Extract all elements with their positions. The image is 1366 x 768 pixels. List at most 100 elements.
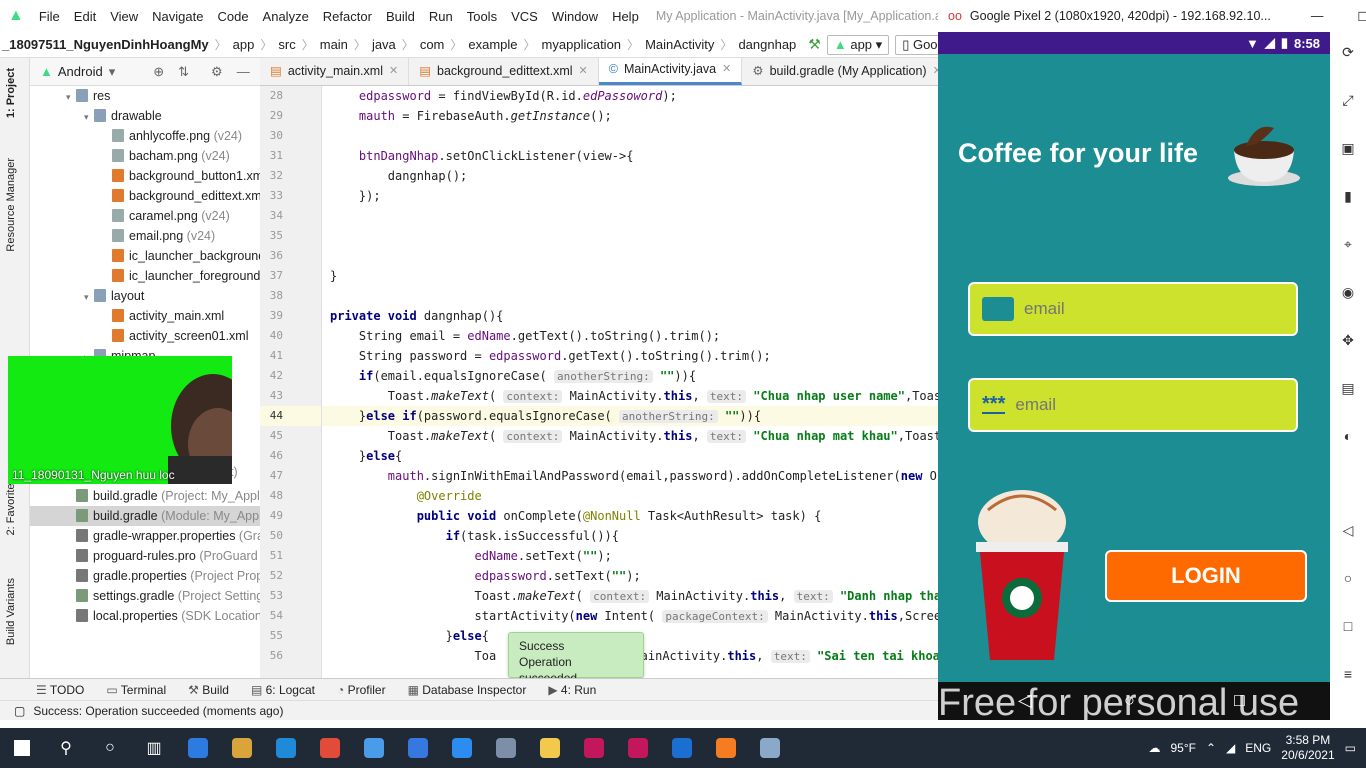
notification-icon[interactable]: ▭ — [1345, 741, 1356, 755]
collapse-icon[interactable]: ⇅ — [178, 64, 189, 80]
menu-vcs[interactable]: VCS — [504, 9, 545, 24]
hide-icon[interactable]: — — [237, 64, 250, 79]
close-tab-icon[interactable]: ✕ — [579, 58, 588, 85]
taskbar-app-icon[interactable] — [616, 728, 660, 768]
tree-item[interactable]: build.gradle (Project: My_Applica — [30, 486, 260, 506]
taskbar-app-icon[interactable] — [704, 728, 748, 768]
language[interactable]: ENG — [1245, 741, 1271, 755]
taskbar-app-icon[interactable] — [396, 728, 440, 768]
taskbar-app-icon[interactable] — [352, 728, 396, 768]
menu-edit[interactable]: Edit — [67, 9, 103, 24]
gps-icon[interactable]: ⌖ — [1338, 236, 1358, 256]
email-input[interactable] — [1024, 299, 1264, 319]
breadcrumb-item[interactable]: main — [320, 37, 348, 52]
taskbar-app-icon[interactable] — [748, 728, 792, 768]
menu-build[interactable]: Build — [379, 9, 422, 24]
tree-item[interactable]: anhlycoffe.png (v24) — [30, 126, 260, 146]
tree-item[interactable]: background_edittext.xml — [30, 186, 260, 206]
tree-item[interactable]: email.png (v24) — [30, 226, 260, 246]
bottom-tab[interactable]: ▦ Database Inspector — [408, 683, 527, 697]
fingerprint-icon[interactable]: ◐ — [1338, 428, 1358, 448]
menu-tools[interactable]: Tools — [460, 9, 504, 24]
tree-item[interactable]: background_button1.xml — [30, 166, 260, 186]
cortana-icon[interactable]: ○ — [88, 728, 132, 768]
home-control-icon[interactable]: ○ — [1338, 570, 1358, 590]
menu-view[interactable]: View — [103, 9, 145, 24]
project-view-select[interactable]: Android — [58, 64, 103, 79]
tab-resource-manager[interactable]: Resource Manager — [5, 158, 17, 252]
menu-analyze[interactable]: Analyze — [256, 9, 316, 24]
taskbar-app-icon[interactable] — [484, 728, 528, 768]
fit-screen-icon[interactable]: ⤢ — [1338, 92, 1358, 112]
taskbar-app-icon[interactable] — [308, 728, 352, 768]
taskbar-app-icon[interactable] — [220, 728, 264, 768]
tree-item[interactable]: settings.gradle (Project Settings) — [30, 586, 260, 606]
bottom-tab[interactable]: ◔ Profiler — [337, 683, 386, 697]
taskbar-app-icon[interactable] — [660, 728, 704, 768]
breadcrumb-item[interactable]: java — [372, 37, 396, 52]
start-button[interactable] — [0, 728, 44, 768]
email-field[interactable] — [968, 282, 1298, 336]
tree-item[interactable]: ▾ drawable — [30, 106, 260, 126]
menu-refactor[interactable]: Refactor — [316, 9, 379, 24]
tree-item[interactable]: activity_main.xml — [30, 306, 260, 326]
task-view-icon[interactable]: ▥ — [132, 728, 176, 768]
taskbar-app-icon[interactable] — [176, 728, 220, 768]
tab-build-variants[interactable]: Build Variants — [5, 578, 17, 645]
network-icon[interactable]: ◢ — [1226, 741, 1235, 755]
menu-navigate[interactable]: Navigate — [145, 9, 210, 24]
password-field[interactable]: *** — [968, 378, 1298, 432]
webcam-control-icon[interactable]: ◉ — [1338, 284, 1358, 304]
breadcrumb-item[interactable]: dangnhap — [738, 37, 796, 52]
breadcrumb-item[interactable]: app — [233, 37, 255, 52]
tree-toggle-icon[interactable]: ▾ — [66, 87, 76, 107]
menu-window[interactable]: Window — [545, 9, 605, 24]
code-editor[interactable]: edpassword = findViewById(R.id.edPassowo… — [322, 86, 938, 678]
clock[interactable]: 3:58 PM 20/6/2021 — [1281, 733, 1334, 763]
breadcrumb-item[interactable]: _18097511_NguyenDinhHoangMy — [2, 37, 209, 52]
bottom-tab[interactable]: ⚒ Build — [188, 683, 229, 697]
close-tab-icon[interactable]: ✕ — [389, 58, 398, 85]
id-icon[interactable]: ▤ — [1338, 380, 1358, 400]
editor-tab[interactable]: ▤ background_edittext.xml ✕ — [409, 58, 599, 85]
tab-project[interactable]: 1: Project — [5, 68, 17, 118]
back-control-icon[interactable]: ◁ — [1338, 522, 1358, 542]
tree-toggle-icon[interactable]: ▾ — [84, 287, 94, 307]
chevron-up-icon[interactable]: ⌃ — [1206, 741, 1216, 755]
hammer-icon[interactable]: ⚒ — [808, 36, 821, 53]
tree-item[interactable]: gradle.properties (Project Propert — [30, 566, 260, 586]
tree-item[interactable]: caramel.png (v24) — [30, 206, 260, 226]
run-config-select[interactable]: ▲ app ▾ — [826, 34, 890, 55]
taskbar-app-icon[interactable] — [264, 728, 308, 768]
tree-item[interactable]: bacham.png (v24) — [30, 146, 260, 166]
menu-code[interactable]: Code — [210, 9, 255, 24]
more-icon[interactable]: ≡ — [1338, 666, 1358, 686]
taskbar-app-icon[interactable] — [572, 728, 616, 768]
camera-icon[interactable]: ▣ — [1338, 140, 1358, 160]
editor-tab[interactable]: ▤ activity_main.xml ✕ — [260, 58, 410, 85]
menu-file[interactable]: File — [32, 9, 67, 24]
login-button[interactable]: LOGIN — [1105, 550, 1307, 602]
minimize-button[interactable]: — — [1311, 9, 1324, 23]
breadcrumb-item[interactable]: example — [468, 37, 517, 52]
breadcrumb-item[interactable]: com — [420, 37, 445, 52]
breadcrumb-item[interactable]: src — [278, 37, 295, 52]
tree-item[interactable]: gradle-wrapper.properties (Gradl — [30, 526, 260, 546]
tree-item[interactable]: ic_launcher_background.x — [30, 246, 260, 266]
search-icon[interactable]: ⚲ — [44, 728, 88, 768]
gear-icon[interactable]: ⚙ — [211, 64, 223, 80]
overview-control-icon[interactable]: □ — [1338, 618, 1358, 638]
dpad-icon[interactable]: ✥ — [1338, 332, 1358, 352]
tree-item[interactable]: ic_launcher_foreground.xı — [30, 266, 260, 286]
taskbar-app-icon[interactable] — [440, 728, 484, 768]
bottom-tab[interactable]: ▭ Terminal — [106, 683, 166, 697]
taskbar-app-icon[interactable] — [528, 728, 572, 768]
editor-tab[interactable]: © MainActivity.java ✕ — [598, 58, 743, 85]
editor-tab[interactable]: ⚙build.gradle (My Application)✕ — [742, 58, 938, 85]
breadcrumb-item[interactable]: myapplication — [542, 37, 622, 52]
device-select[interactable]: ▯ Google ▾ — [895, 34, 938, 55]
password-input[interactable] — [1015, 395, 1256, 415]
bottom-tab[interactable]: ▤ 6: Logcat — [251, 683, 315, 697]
tree-item[interactable]: ▾ res — [30, 86, 260, 106]
breadcrumb-item[interactable]: MainActivity — [645, 37, 714, 52]
